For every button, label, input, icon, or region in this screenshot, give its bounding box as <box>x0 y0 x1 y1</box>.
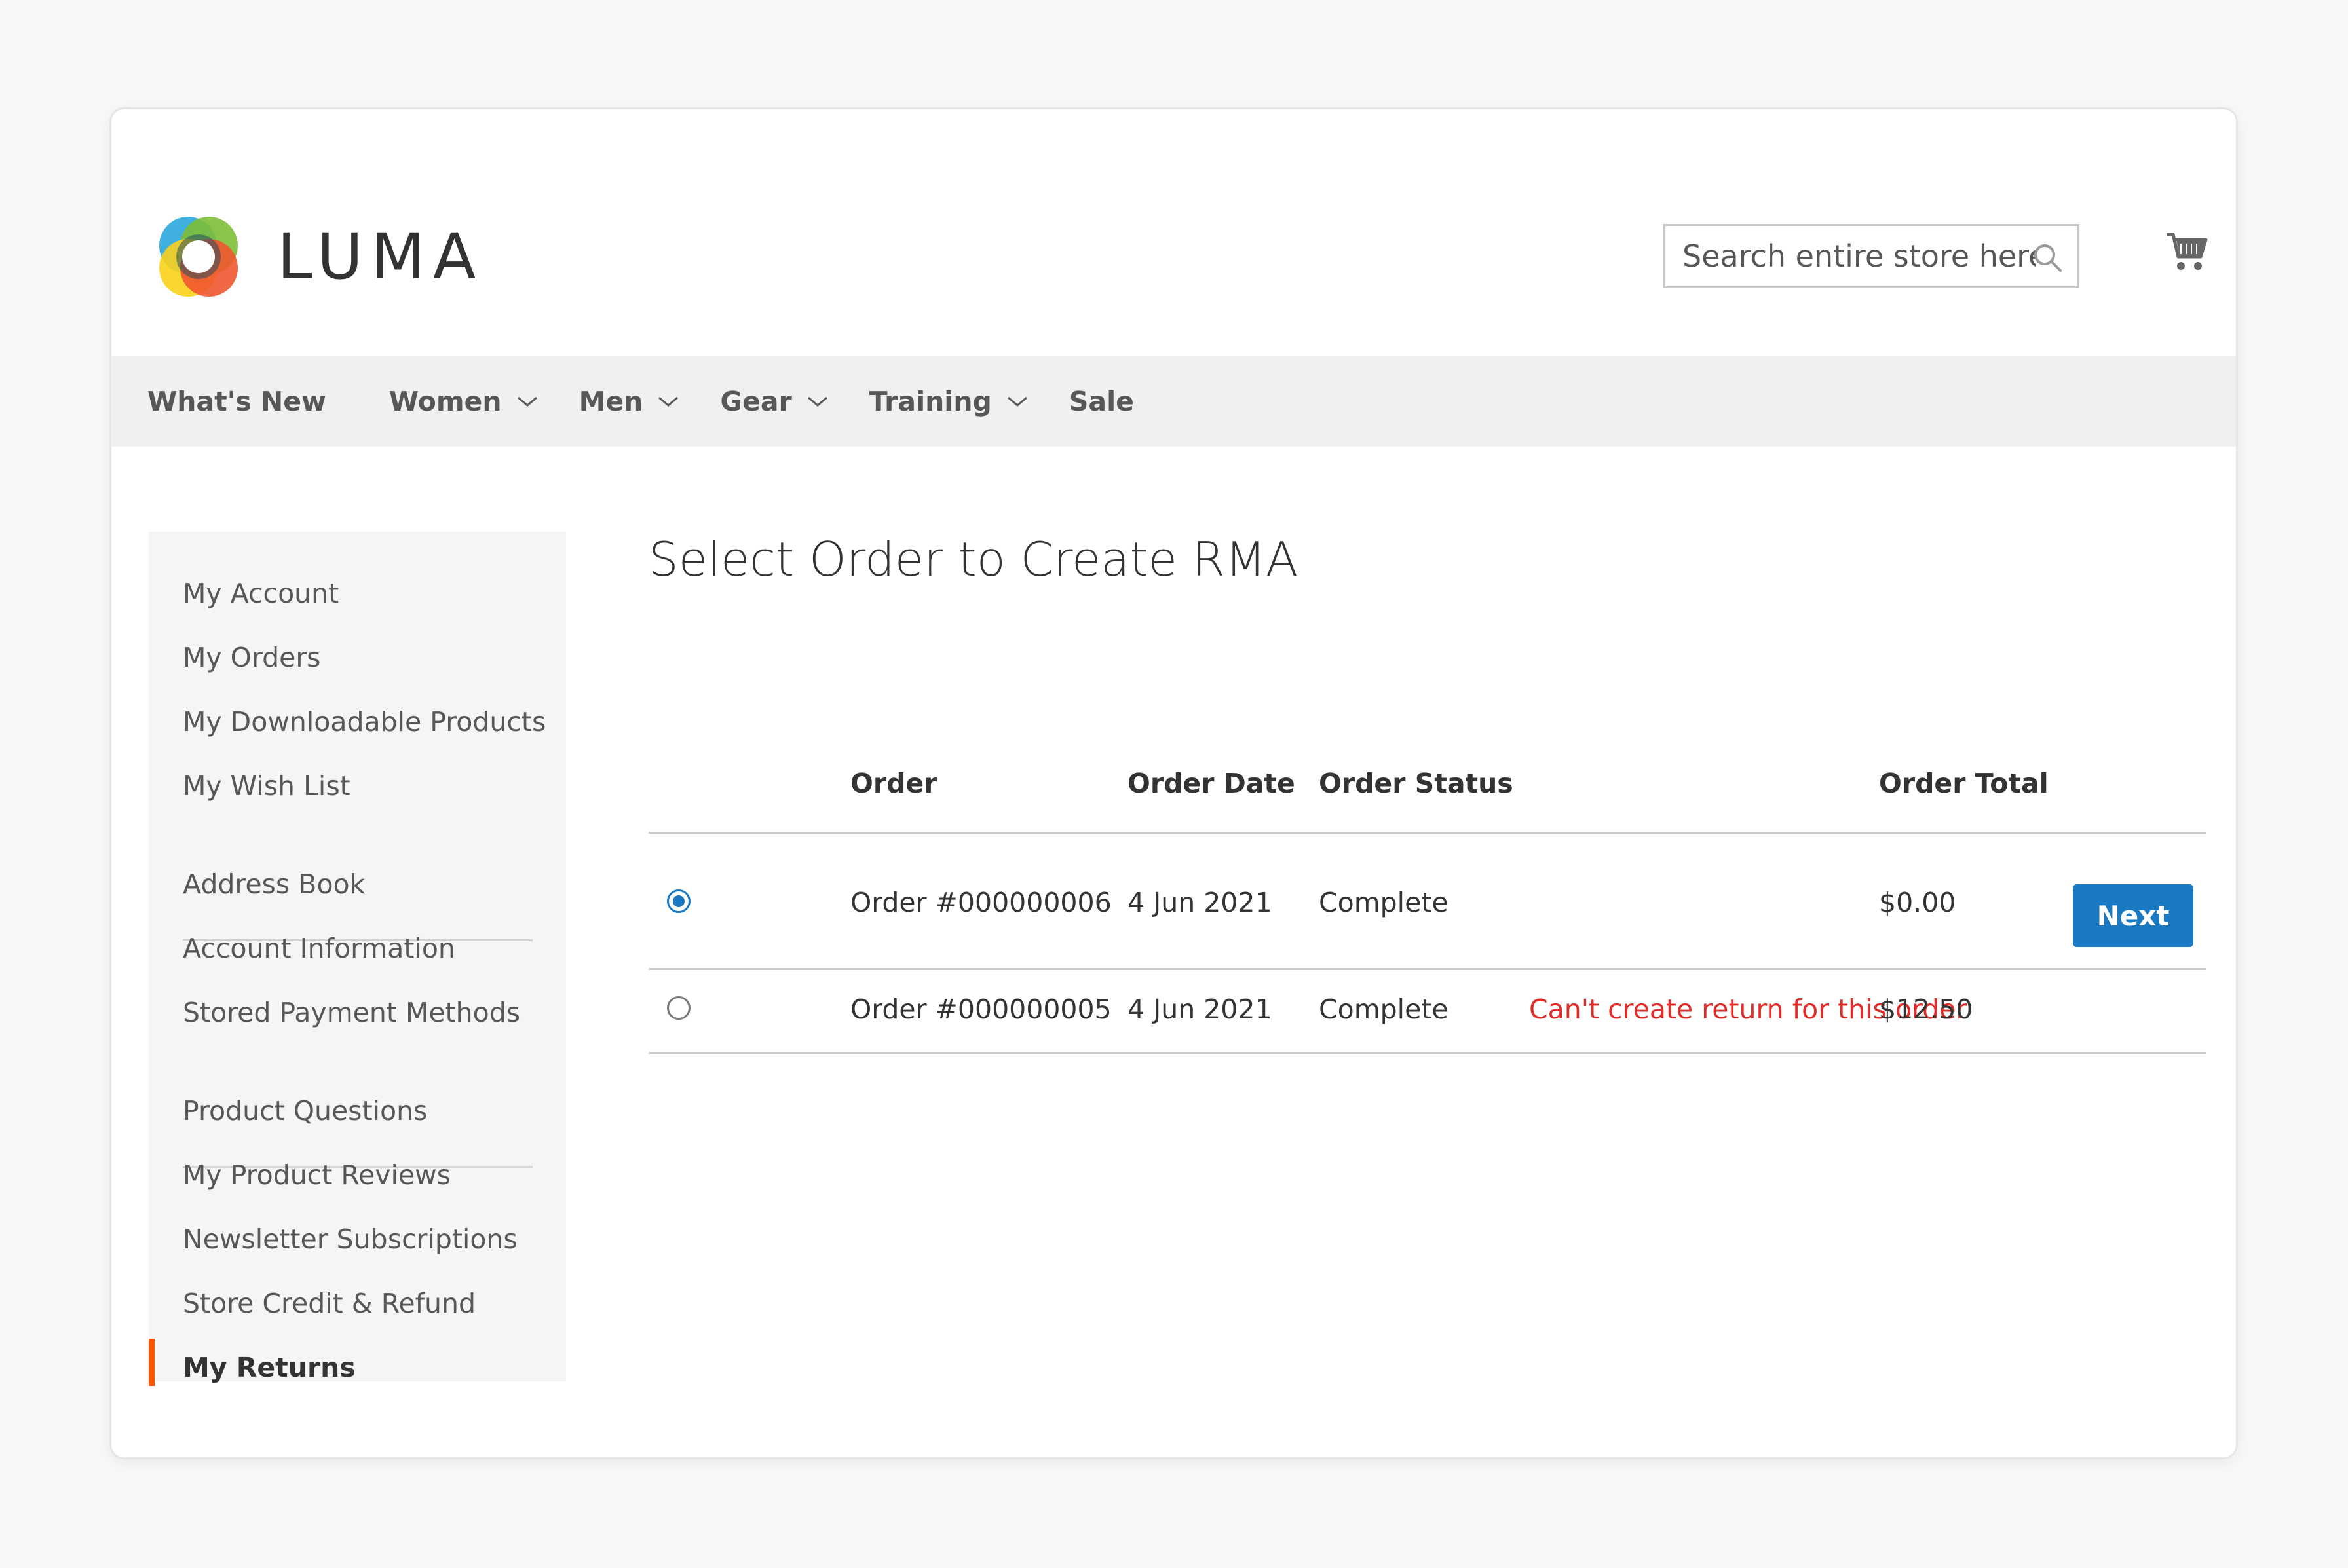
sidebar-item-account-information[interactable]: Account Information <box>183 933 455 964</box>
nav-item-whats-new[interactable]: What's New <box>147 386 326 417</box>
chevron-down-icon <box>807 396 827 407</box>
sidebar-item-my-wish-list[interactable]: My Wish List <box>183 770 350 802</box>
order-date: 4 Jun 2021 <box>1127 994 1272 1025</box>
sidebar-item-newsletter-subscriptions[interactable]: Newsletter Subscriptions <box>183 1223 518 1255</box>
order-total: $12.50 <box>1879 994 1973 1025</box>
nav-item-men[interactable]: Men <box>579 386 680 417</box>
main-navigation: What's New Women Men Gear Training Sale <box>111 356 2236 447</box>
nav-item-label: Men <box>578 386 643 417</box>
nav-item-label: Sale <box>1069 386 1134 417</box>
search-box <box>1663 224 2079 288</box>
chevron-down-icon <box>658 396 679 407</box>
nav-item-label: Gear <box>720 386 792 417</box>
sidebar-item-address-book[interactable]: Address Book <box>183 868 365 900</box>
order-status: Complete <box>1319 994 1449 1025</box>
nav-item-label: Training <box>869 386 992 417</box>
search-icon[interactable] <box>2032 242 2063 273</box>
sidebar-item-my-downloadable-products[interactable]: My Downloadable Products <box>183 706 546 737</box>
order-select-radio[interactable] <box>667 889 691 913</box>
order-number: Order #000000006 <box>850 887 1112 918</box>
order-select-radio[interactable] <box>667 996 691 1020</box>
column-header-order-total: Order Total <box>1879 768 2049 799</box>
sidebar-item-my-orders[interactable]: My Orders <box>183 642 321 673</box>
column-header-order: Order <box>850 768 937 799</box>
order-total: $0.00 <box>1879 887 1956 918</box>
sidebar-item-my-account[interactable]: My Account <box>183 578 339 609</box>
table-header-divider <box>649 832 2206 834</box>
order-number: Order #000000005 <box>850 994 1112 1025</box>
row-divider <box>649 968 2206 970</box>
order-date: 4 Jun 2021 <box>1127 887 1272 918</box>
order-status: Complete <box>1319 887 1449 918</box>
search-input[interactable] <box>1682 238 2036 274</box>
nav-item-label: Women <box>388 386 502 417</box>
account-sidebar: My Account My Orders My Downloadable Pro… <box>149 532 566 1386</box>
nav-item-sale[interactable]: Sale <box>1069 386 1134 417</box>
cart-icon[interactable] <box>2165 231 2208 272</box>
nav-item-label: What's New <box>147 386 326 417</box>
row-divider <box>649 1052 2206 1054</box>
nav-item-women[interactable]: Women <box>389 386 539 417</box>
sidebar-item-product-questions[interactable]: Product Questions <box>183 1095 427 1127</box>
chevron-down-icon <box>517 396 537 407</box>
nav-item-gear[interactable]: Gear <box>720 386 828 417</box>
chevron-down-icon <box>1007 396 1027 407</box>
logo[interactable]: LUMA <box>149 208 483 306</box>
page-card: LUMA What's New Women Men Ge <box>109 107 2238 1459</box>
page-title: Select Order to Create RMA <box>649 532 1298 587</box>
sidebar-item-stored-payment-methods[interactable]: Stored Payment Methods <box>183 997 520 1028</box>
column-header-order-status: Order Status <box>1319 768 1513 799</box>
next-button[interactable]: Next <box>2073 884 2193 947</box>
sidebar-item-my-product-reviews[interactable]: My Product Reviews <box>183 1159 451 1191</box>
sidebar-item-store-credit-refund[interactable]: Store Credit & Refund <box>183 1288 476 1319</box>
brand-name: LUMA <box>277 220 484 293</box>
sidebar-item-my-returns[interactable]: My Returns <box>183 1352 356 1383</box>
nav-item-training[interactable]: Training <box>869 386 1029 417</box>
column-header-order-date: Order Date <box>1127 768 1295 799</box>
luma-logo-icon <box>159 217 238 297</box>
active-item-marker <box>149 1339 155 1386</box>
